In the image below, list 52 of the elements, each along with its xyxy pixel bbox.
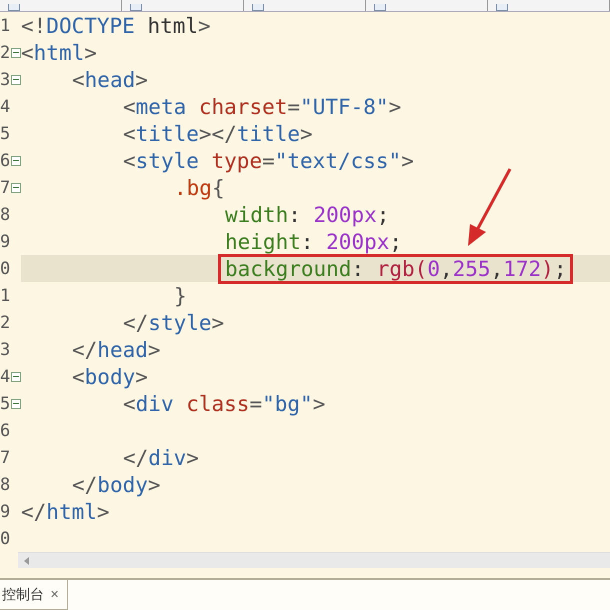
code-line: </html> (21, 500, 110, 524)
line-number: 4 (0, 96, 11, 116)
line-number: 7 (0, 178, 11, 198)
fold-toggle-icon[interactable] (11, 398, 21, 408)
file-tab-icon[interactable] (8, 4, 20, 11)
line-number: 5 (0, 394, 11, 414)
line-number: 2 (0, 312, 11, 332)
line-number: 0 (0, 528, 11, 548)
line-number: 0 (0, 258, 11, 278)
code-line: <style type="text/css"> (123, 148, 414, 172)
code-line: <html> (21, 40, 97, 64)
line-number: 1 (0, 286, 11, 306)
code-line: .bg{ (174, 176, 225, 200)
line-number: 7 (0, 448, 11, 468)
code-line: <div class="bg"> (123, 392, 326, 416)
code-line: } (174, 284, 187, 308)
code-line: <meta charset="UTF-8"> (123, 94, 402, 118)
code-line: </div> (123, 446, 199, 470)
line-number: 3 (0, 340, 11, 360)
code-line: </style> (123, 310, 224, 334)
line-number: 9 (0, 232, 11, 252)
file-tab-icon[interactable] (130, 4, 142, 11)
scroll-left-icon[interactable] (24, 556, 29, 564)
file-tab-icon[interactable] (496, 4, 508, 11)
console-tab[interactable]: 控制台 ✕ (0, 580, 68, 610)
fold-toggle-icon[interactable] (11, 182, 21, 192)
file-tab-icon[interactable] (374, 4, 386, 11)
code-line: width: 200px; (225, 202, 390, 226)
code-line: <title></title> (123, 122, 313, 146)
line-number: 8 (0, 204, 11, 224)
fold-toggle-icon[interactable] (11, 74, 21, 84)
line-number: 6 (0, 420, 11, 440)
code-line: height: 200px; (225, 230, 402, 254)
code-line: <body> (72, 364, 148, 388)
line-number: 2 (0, 42, 11, 62)
code-line: </body> (72, 472, 161, 496)
line-number: 8 (0, 474, 11, 494)
code-line: <head> (72, 68, 148, 92)
fold-toggle-icon[interactable] (11, 372, 21, 382)
line-number: 4 (0, 366, 11, 386)
line-number: 6 (0, 150, 11, 170)
fold-toggle-icon[interactable] (11, 48, 21, 58)
close-icon[interactable]: ✕ (50, 588, 60, 601)
file-tab-icon[interactable] (252, 4, 264, 11)
horizontal-scrollbar[interactable] (18, 552, 610, 568)
code-line: </head> (72, 338, 161, 362)
line-number: 5 (0, 124, 11, 144)
line-number: 3 (0, 70, 11, 90)
code-line: <!DOCTYPE html> (21, 14, 211, 38)
line-number: 9 (0, 502, 11, 522)
fold-toggle-icon[interactable] (11, 156, 21, 166)
line-number: 1 (0, 16, 11, 36)
